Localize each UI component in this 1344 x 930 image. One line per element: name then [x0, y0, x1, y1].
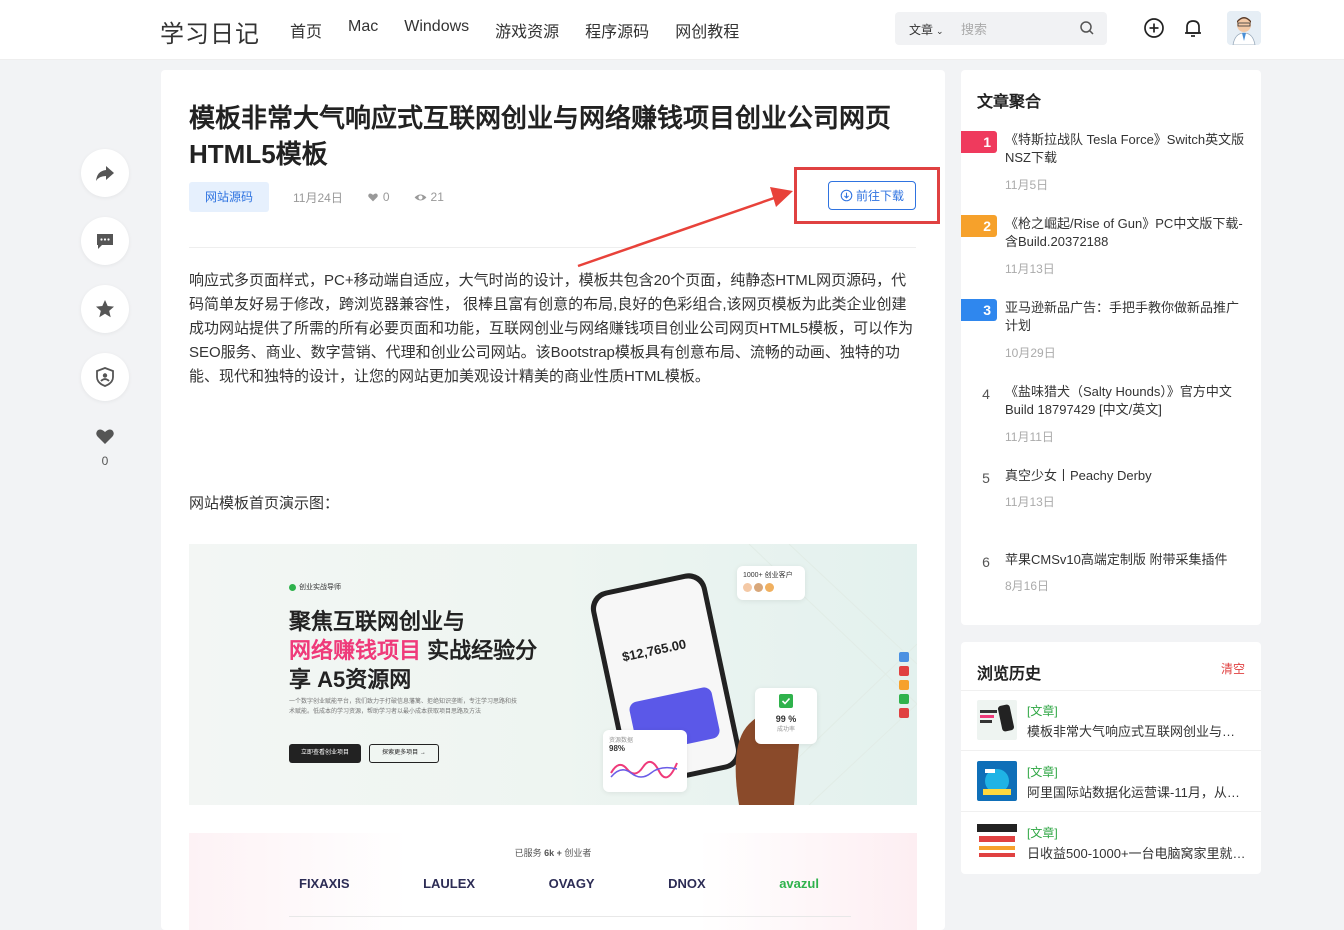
rank-title[interactable]: 苹果CMSv10高端定制版 附带采集插件: [1005, 551, 1249, 569]
history-title-text[interactable]: 日收益500-1000+一台电脑窝家里就能做的小游戏赛道: [1027, 843, 1247, 862]
rank-title[interactable]: 亚马逊新品广告：手把手教你做新品推广计划: [1005, 299, 1249, 335]
history-item[interactable]: [文章] 日收益500-1000+一台电脑窝家里就能做的小游戏赛道: [977, 822, 1247, 862]
history-tag: [文章]: [1027, 765, 1058, 779]
history-title-text[interactable]: 阿里国际站数据化运营课-11月，从0到1掌握数据化运营: [1027, 782, 1247, 801]
history-thumbnail: [977, 822, 1017, 862]
history-title-text[interactable]: 模板非常大气响应式互联网创业与网络赚钱项目创业公司网页HTML5模板: [1027, 721, 1247, 740]
rank-date: 11月11日: [1005, 430, 1054, 444]
rank-title[interactable]: 《枪之崛起/Rise of Gun》PC中文版下载-含Build.2037218…: [1005, 215, 1249, 251]
history-separator: [961, 811, 1261, 812]
rank-title[interactable]: 《盐味猎犬（Salty Hounds）》官方中文Build 18797429 […: [1005, 383, 1249, 419]
rank-date: 11月5日: [1005, 178, 1049, 192]
history-divider: [961, 690, 1261, 691]
rank-badge: 1: [961, 131, 997, 153]
rank-badge: 3: [961, 299, 997, 321]
clear-history-link[interactable]: 清空: [1221, 660, 1245, 677]
history-tag: [文章]: [1027, 704, 1058, 718]
history-title: 浏览历史: [977, 666, 1042, 683]
rank-date: 8月16日: [1005, 579, 1050, 593]
ranking-title: 文章聚合: [977, 94, 1042, 111]
history-separator: [961, 750, 1261, 751]
history-thumbnail: [977, 700, 1017, 740]
rank-date: 11月13日: [1005, 495, 1055, 509]
rank-badge: 6: [982, 554, 990, 570]
rank-badge: 4: [982, 386, 990, 402]
history-tag: [文章]: [1027, 826, 1058, 840]
rank-date: 10月29日: [1005, 346, 1056, 360]
rank-date: 11月13日: [1005, 262, 1055, 276]
history-item[interactable]: [文章] 阿里国际站数据化运营课-11月，从0到1掌握数据化运营: [977, 761, 1247, 801]
rank-badge: 5: [982, 470, 990, 486]
rank-title[interactable]: 《特斯拉战队 Tesla Force》Switch英文版NSZ下载: [1005, 131, 1249, 167]
history-item[interactable]: [文章] 模板非常大气响应式互联网创业与网络赚钱项目创业公司网页HTML5模板: [977, 700, 1247, 740]
rank-badge: 2: [961, 215, 997, 237]
browse-history-panel: 浏览历史 清空 [文章] 模板非常大气响应式互联网创业与网络赚钱项目创业公司网页…: [961, 642, 1261, 874]
rank-title[interactable]: 真空少女丨Peachy Derby: [1005, 467, 1249, 485]
article-ranking-panel: 文章聚合 1 《特斯拉战队 Tesla Force》Switch英文版NSZ下载…: [961, 70, 1261, 625]
history-thumbnail: [977, 761, 1017, 801]
